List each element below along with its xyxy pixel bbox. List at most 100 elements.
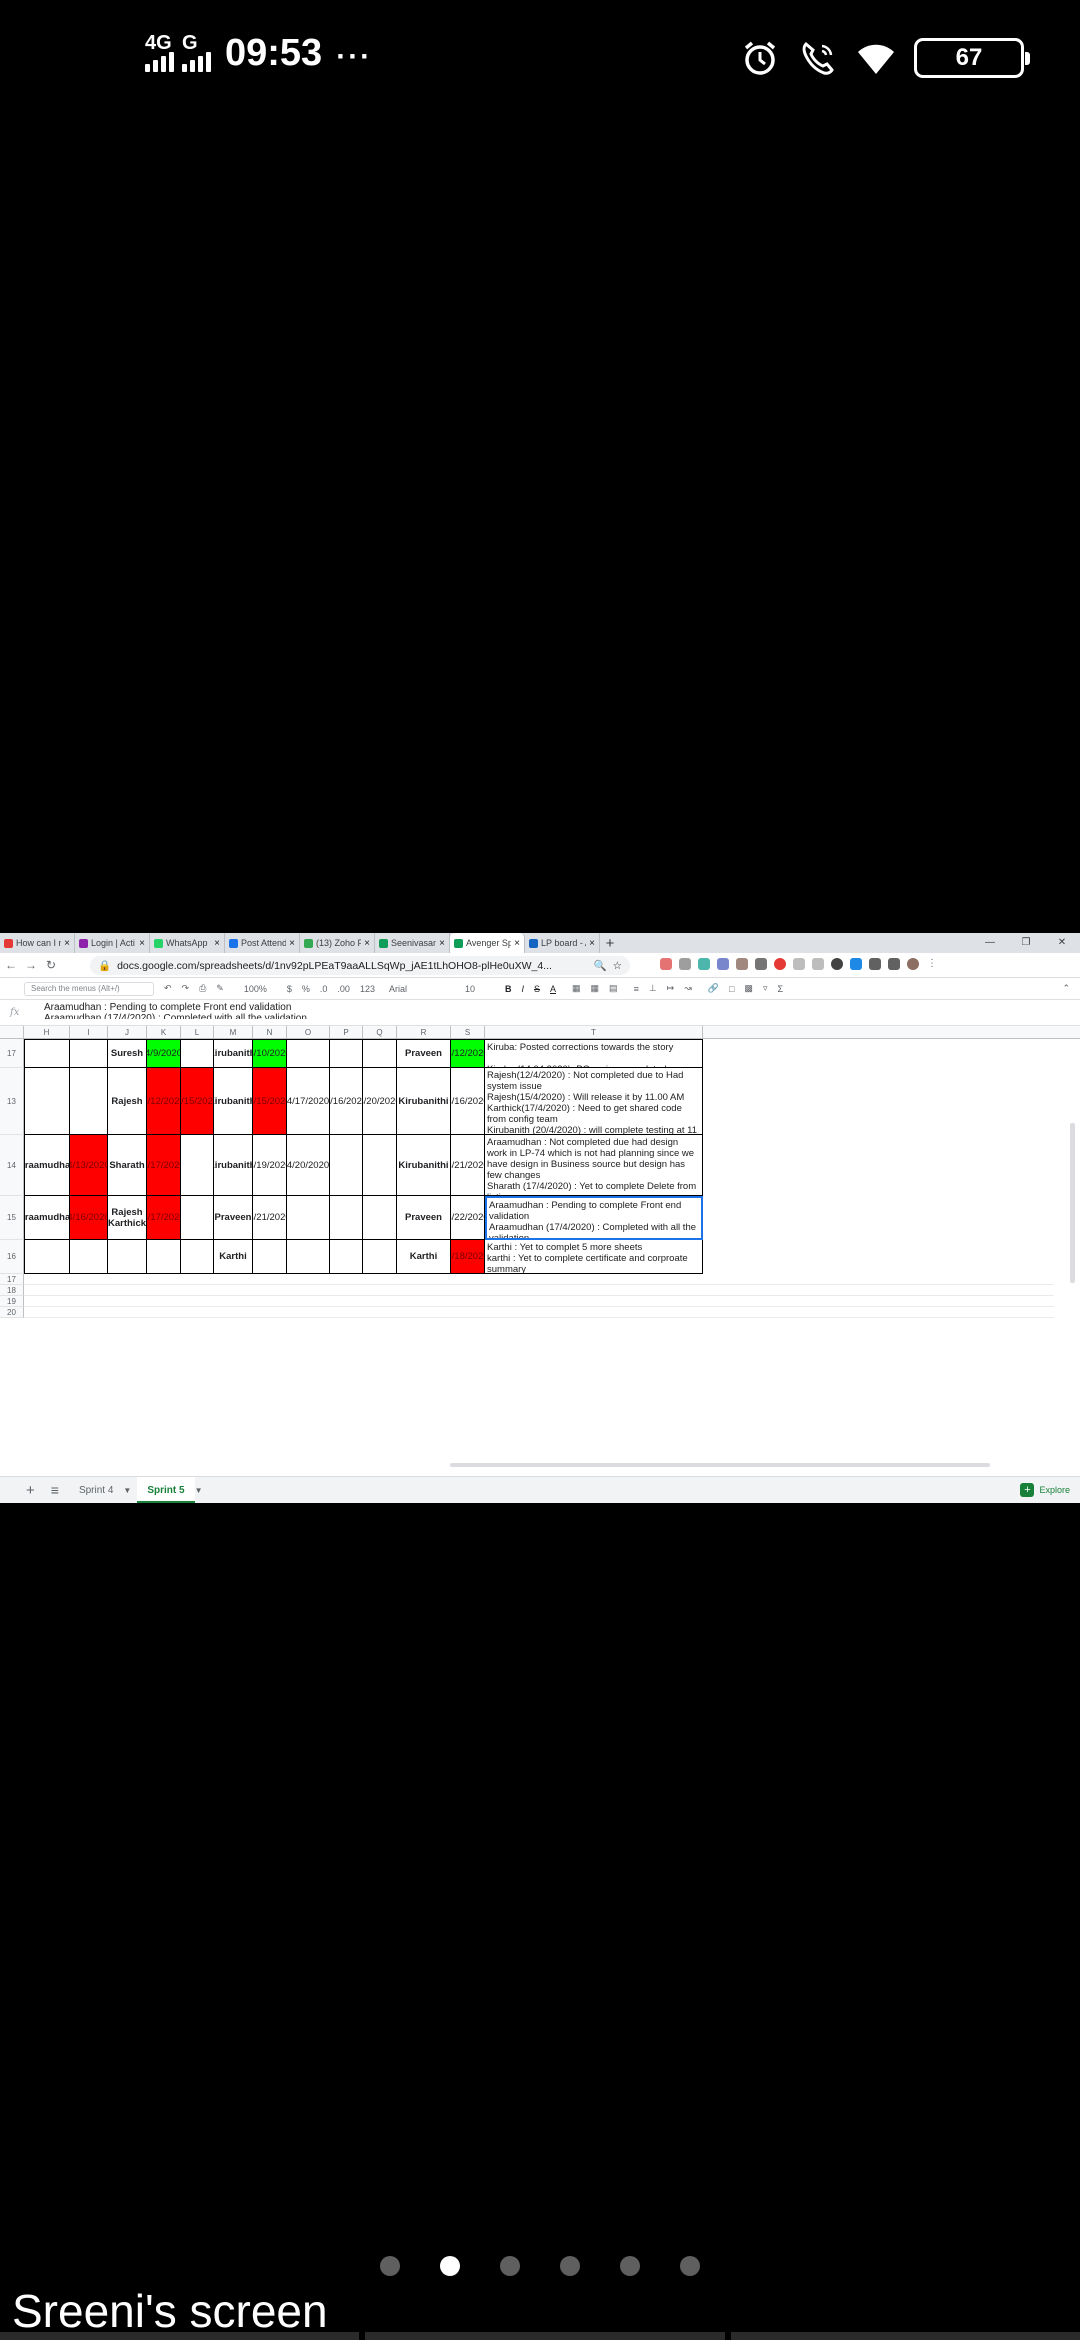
cell-m-row-13[interactable]: Kirubanithi (214, 1068, 253, 1135)
increase-decimal-button[interactable]: .00 (337, 984, 350, 994)
redo-icon[interactable]: ↷ (182, 983, 190, 994)
cell-k-row-17[interactable]: 4/9/2020 (147, 1039, 181, 1068)
comment-icon[interactable]: □ (729, 984, 734, 994)
sheet-tab[interactable]: Sprint 4 (69, 1477, 123, 1504)
paint-format-icon[interactable]: ✎ (216, 983, 224, 994)
cell-q-row-16[interactable] (363, 1240, 397, 1274)
cell-h-row-17[interactable] (24, 1039, 70, 1068)
cell-o-row-16[interactable] (287, 1240, 330, 1274)
cell-t-row-17[interactable]: Kiruba: Posted corrections towards the s… (485, 1039, 703, 1068)
browser-tab[interactable]: Post Attend × (225, 933, 300, 953)
new-tab-button[interactable]: + (600, 935, 620, 952)
print-icon[interactable]: ⎙ (199, 983, 206, 994)
row-header[interactable]: 13 (0, 1068, 24, 1135)
cell-t-row-16[interactable]: Karthi : Yet to complet 5 more sheets ka… (485, 1240, 703, 1274)
column-header[interactable]: K (147, 1026, 181, 1039)
cell-o-row-13[interactable]: 4/17/2020 (287, 1068, 330, 1135)
cell-n-row-14[interactable]: 4/19/2020 (253, 1135, 287, 1196)
sheet-tab[interactable]: Sprint 5 (137, 1476, 195, 1503)
avatar[interactable] (907, 958, 919, 970)
cell-n-row-15[interactable]: 4/21/2020 (253, 1196, 287, 1240)
close-tab-icon[interactable]: × (289, 938, 295, 949)
close-tab-icon[interactable]: × (364, 938, 370, 949)
cell-t-row-13[interactable]: Rajesh(12/4/2020) : Not completed due to… (485, 1068, 703, 1135)
cell-o-row-17[interactable] (287, 1039, 330, 1068)
extension-icon[interactable] (698, 958, 710, 970)
cell-l-row-14[interactable] (181, 1135, 214, 1196)
cell-i-row-13[interactable] (70, 1068, 108, 1135)
cell-t-row-14[interactable]: Araamudhan : Not completed due had desig… (485, 1135, 703, 1196)
extension-icon[interactable] (774, 958, 786, 970)
cell-l-row-15[interactable] (181, 1196, 214, 1240)
borders-icon[interactable]: ▦ (591, 983, 600, 994)
align-icon[interactable]: ≡ (634, 984, 639, 994)
cell-j-row-17[interactable]: Suresh (108, 1039, 147, 1068)
more-formats-button[interactable]: 123 (360, 984, 375, 994)
cell-s-row-14[interactable]: 4/21/2020 (451, 1135, 485, 1196)
page-dot[interactable] (560, 2256, 580, 2276)
formula-bar[interactable]: fx Araamudhan : Pending to complete Fron… (0, 1000, 1080, 1026)
column-header[interactable]: H (24, 1026, 70, 1039)
browser-tab[interactable]: Seenivasan × (375, 933, 450, 953)
cell-m-row-17[interactable]: Kirubanithi (214, 1039, 253, 1068)
url-field[interactable]: 🔒 docs.google.com/spreadsheets/d/1nv92pL… (90, 956, 630, 975)
cell-j-row-15[interactable]: Rajesh Karthick (108, 1196, 147, 1240)
filter-icon[interactable]: ▿ (763, 983, 768, 994)
browser-tab[interactable]: Avenger Sp × (450, 933, 525, 953)
fill-color-icon[interactable]: ▦ (572, 983, 581, 994)
column-header[interactable]: Q (363, 1026, 397, 1039)
extension-icon[interactable] (869, 958, 881, 970)
cell-l-row-16[interactable] (181, 1240, 214, 1274)
sheet-tab-menu-icon[interactable]: ▼ (195, 1477, 209, 1504)
column-header[interactable]: J (108, 1026, 147, 1039)
cell-r-row-15[interactable]: Praveen (397, 1196, 451, 1240)
cell-n-row-16[interactable] (253, 1240, 287, 1274)
row-header[interactable]: 17 (0, 1274, 24, 1285)
extension-icon[interactable] (793, 958, 805, 970)
cell-s-row-17[interactable]: 4/12/2020 (451, 1039, 485, 1068)
close-tab-icon[interactable]: × (589, 938, 595, 949)
cell-k-row-14[interactable]: 4/17/2020 (147, 1135, 181, 1196)
cell-h-row-14[interactable]: Araamudhan (24, 1135, 70, 1196)
merge-cells-icon[interactable]: ▤ (609, 983, 618, 994)
browser-tab[interactable]: (13) Zoho Pe× (300, 933, 375, 953)
cell-s-row-15[interactable]: 4/22/2020 (451, 1196, 485, 1240)
forward-icon[interactable]: → (22, 958, 40, 972)
search-icon[interactable]: 🔍 (594, 959, 607, 972)
page-dot[interactable] (680, 2256, 700, 2276)
cell-j-row-13[interactable]: Rajesh (108, 1068, 147, 1135)
cell-k-row-13[interactable]: 4/12/2020 (147, 1068, 181, 1135)
close-tab-icon[interactable]: × (64, 938, 70, 949)
cell-s-row-16[interactable]: 4/18/2020 (451, 1240, 485, 1274)
cell-p-row-15[interactable] (330, 1196, 363, 1240)
browser-tab[interactable]: WhatsApp × (150, 933, 225, 953)
cell-i-row-17[interactable] (70, 1039, 108, 1068)
page-dot-active[interactable] (440, 2256, 460, 2276)
cell-q-row-17[interactable] (363, 1039, 397, 1068)
extension-icon[interactable] (812, 958, 824, 970)
cell-k-row-15[interactable]: 4/17/2020 (147, 1196, 181, 1240)
cell-r-row-14[interactable]: Kirubanithi (397, 1135, 451, 1196)
cell-h-row-16[interactable] (24, 1240, 70, 1274)
back-icon[interactable]: ← (2, 958, 20, 972)
vertical-scrollbar[interactable] (1070, 1123, 1075, 1283)
cell-q-row-13[interactable]: 4/20/2020 (363, 1068, 397, 1135)
column-header[interactable]: L (181, 1026, 214, 1039)
close-window-icon[interactable]: ✕ (1044, 933, 1080, 953)
empty-row[interactable] (24, 1307, 1054, 1318)
row-header[interactable]: 14 (0, 1135, 24, 1196)
cell-o-row-15[interactable] (287, 1196, 330, 1240)
select-all-corner[interactable] (0, 1026, 24, 1039)
explore-button[interactable]: + Explore (1020, 1483, 1070, 1497)
percent-button[interactable]: % (302, 984, 310, 994)
cell-r-row-16[interactable]: Karthi (397, 1240, 451, 1274)
column-header[interactable]: M (214, 1026, 253, 1039)
page-dot[interactable] (500, 2256, 520, 2276)
restore-icon[interactable]: ❐ (1008, 933, 1044, 953)
text-color-button[interactable]: A (550, 984, 556, 994)
column-header[interactable]: O (287, 1026, 330, 1039)
cell-p-row-16[interactable] (330, 1240, 363, 1274)
column-header[interactable]: I (70, 1026, 108, 1039)
cell-m-row-16[interactable]: Karthi (214, 1240, 253, 1274)
extension-icon[interactable] (717, 958, 729, 970)
